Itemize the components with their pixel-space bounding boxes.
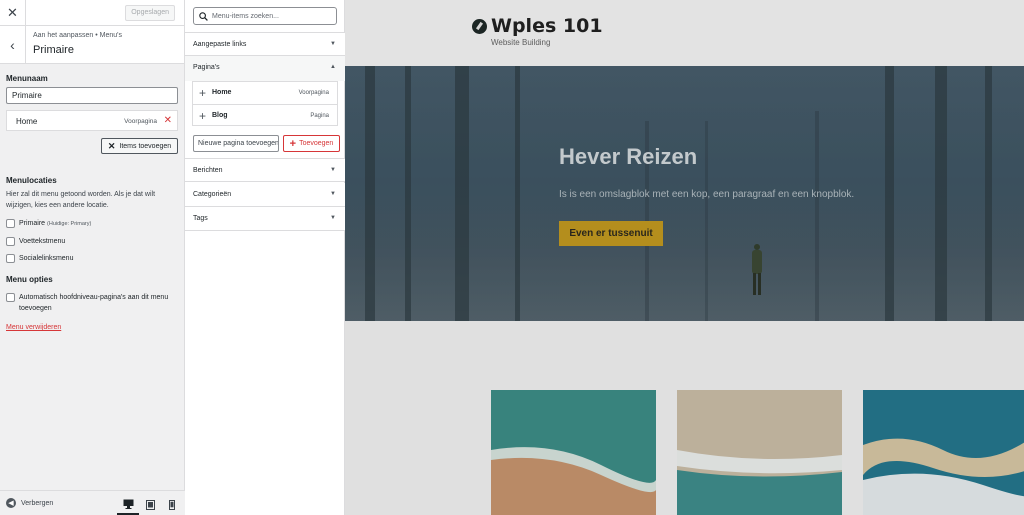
checkbox[interactable] <box>6 237 15 246</box>
gallery-image-beach-1 <box>491 390 656 515</box>
menu-items-search[interactable]: Menu-items zoeken... <box>193 7 337 25</box>
location-label: Socialelinksmenu <box>19 255 74 262</box>
tablet-preview-button[interactable] <box>139 495 161 515</box>
add-page-button[interactable]: + Toevoegen <box>283 135 340 152</box>
tree <box>705 121 708 321</box>
plus-icon: + <box>199 86 207 100</box>
menu-locations-description: Hier zal dit menu getoond worden. Als je… <box>6 191 156 209</box>
plus-icon: + <box>289 137 297 150</box>
tree <box>985 66 992 321</box>
tree <box>885 66 894 321</box>
collapse-icon: ◀ <box>6 498 16 508</box>
menu-locations-heading: Menulocaties <box>6 176 57 185</box>
chevron-down-icon: ▼ <box>330 215 336 221</box>
list-item[interactable]: + Blog Pagina <box>193 104 337 126</box>
customizer-topbar: ✕ Opgeslagen <box>0 0 184 26</box>
checkbox[interactable] <box>6 219 15 228</box>
cover-button[interactable]: Even er tussenuit <box>559 221 663 246</box>
tablet-icon <box>145 500 155 510</box>
page-title: Home <box>212 89 232 96</box>
auto-add-label: Automatisch hoofdniveau-pagina's aan dit… <box>19 294 169 312</box>
site-tagline: Website Building <box>491 38 551 47</box>
delete-menu-link[interactable]: Menu verwijderen <box>6 324 61 331</box>
cover-block: Hever Reizen Is is een omslagblok met ee… <box>345 66 1024 321</box>
customizer-panel: ✕ Opgeslagen ‹ Aan het aanpassen • Menu'… <box>0 0 185 515</box>
gallery-image-beach-2 <box>677 390 842 515</box>
back-button[interactable]: ‹ <box>0 26 26 64</box>
plus-icon: + <box>199 109 207 123</box>
hide-controls-button[interactable]: ◀ Verbergen <box>6 498 53 508</box>
menu-item-home[interactable]: Home Voorpagina ✕ <box>6 110 178 131</box>
section-header: ‹ Aan het aanpassen • Menu's Primaire <box>0 26 184 64</box>
auto-add-option[interactable]: Automatisch hoofdniveau-pagina's aan dit… <box>6 292 178 314</box>
page-list: + Home Voorpagina + Blog Pagina <box>192 81 338 126</box>
location-option-footer[interactable]: Voettekstmenu <box>6 236 65 247</box>
tree <box>405 66 411 321</box>
breadcrumb: Aan het aanpassen • Menu's <box>33 32 123 39</box>
page-type: Pagina <box>310 113 329 119</box>
section-title: Aangepaste links <box>193 41 247 48</box>
menu-item-type: Voorpagina <box>124 118 157 125</box>
menu-name-input[interactable]: Primaire <box>6 87 178 104</box>
cover-paragraph: Is is een omslagblok met een kop, een pa… <box>559 189 855 200</box>
desktop-icon <box>123 499 133 509</box>
site-logo-icon <box>472 19 487 34</box>
section-title: Categorieën <box>193 191 232 198</box>
close-icon: ✕ <box>107 140 116 151</box>
hiker-figure <box>750 244 764 296</box>
hide-label: Verbergen <box>21 499 54 507</box>
location-note: (Huidige: Primary) <box>47 221 92 227</box>
list-item[interactable]: + Home Voorpagina <box>193 82 337 104</box>
section-title: Tags <box>193 215 208 222</box>
location-option-primary[interactable]: Primaire (Huidige: Primary) <box>6 218 91 230</box>
checkbox[interactable] <box>6 293 15 302</box>
desktop-preview-button[interactable] <box>117 495 139 515</box>
chevron-down-icon: ▼ <box>330 167 336 173</box>
add-items-label: Items toevoegen <box>119 142 172 150</box>
customizer-footer: ◀ Verbergen <box>0 490 185 515</box>
location-label: Voettekstmenu <box>19 238 66 245</box>
chevron-down-icon: ▼ <box>330 41 336 47</box>
site-preview: Wples 101 Website Building Hever Reizen … <box>345 0 1024 515</box>
site-title[interactable]: Wples 101 <box>491 15 603 37</box>
gallery-image-beach-3 <box>863 390 1024 515</box>
section-title: Berichten <box>193 167 223 174</box>
add-items-button[interactable]: ✕ Items toevoegen <box>101 138 178 154</box>
cover-title: Hever Reizen <box>559 144 698 169</box>
page-type: Voorpagina <box>298 90 329 96</box>
tree <box>365 66 375 321</box>
section-posts[interactable]: Berichten ▼ <box>185 158 345 182</box>
remove-icon[interactable]: ✕ <box>164 115 172 126</box>
search-icon <box>199 11 208 21</box>
location-label: Primaire <box>19 220 46 227</box>
tree <box>815 111 819 321</box>
mobile-icon <box>169 500 175 510</box>
section-tags[interactable]: Tags ▼ <box>185 207 345 231</box>
add-button-label: Toevoegen <box>299 140 334 147</box>
section-pages[interactable]: Pagina's ▲ <box>185 56 345 81</box>
menu-options-heading: Menu opties <box>6 275 53 284</box>
menu-name-label: Menunaam <box>6 74 48 83</box>
section-custom-links[interactable]: Aangepaste links ▼ <box>185 32 345 56</box>
section-title: Primaire <box>33 44 74 56</box>
chevron-up-icon: ▲ <box>330 64 336 70</box>
section-title: Pagina's <box>193 64 220 71</box>
search-placeholder: Menu-items zoeken... <box>212 12 279 20</box>
chevron-down-icon: ▼ <box>330 191 336 197</box>
site-header: Wples 101 Website Building <box>345 0 1024 66</box>
tree <box>455 66 469 321</box>
close-customizer-button[interactable]: ✕ <box>0 0 26 26</box>
saved-button[interactable]: Opgeslagen <box>125 5 175 21</box>
location-option-social[interactable]: Socialelinksmenu <box>6 253 73 264</box>
checkbox[interactable] <box>6 254 15 263</box>
section-categories[interactable]: Categorieën ▼ <box>185 183 345 207</box>
page-title: Blog <box>212 112 228 119</box>
tree <box>515 66 520 321</box>
tree <box>935 66 947 321</box>
available-menu-items-panel: Menu-items zoeken... Aangepaste links ▼ … <box>185 0 345 515</box>
new-page-input[interactable]: Nieuwe pagina toevoegen <box>193 135 279 152</box>
mobile-preview-button[interactable] <box>161 495 183 515</box>
menu-item-title: Home <box>16 117 38 126</box>
